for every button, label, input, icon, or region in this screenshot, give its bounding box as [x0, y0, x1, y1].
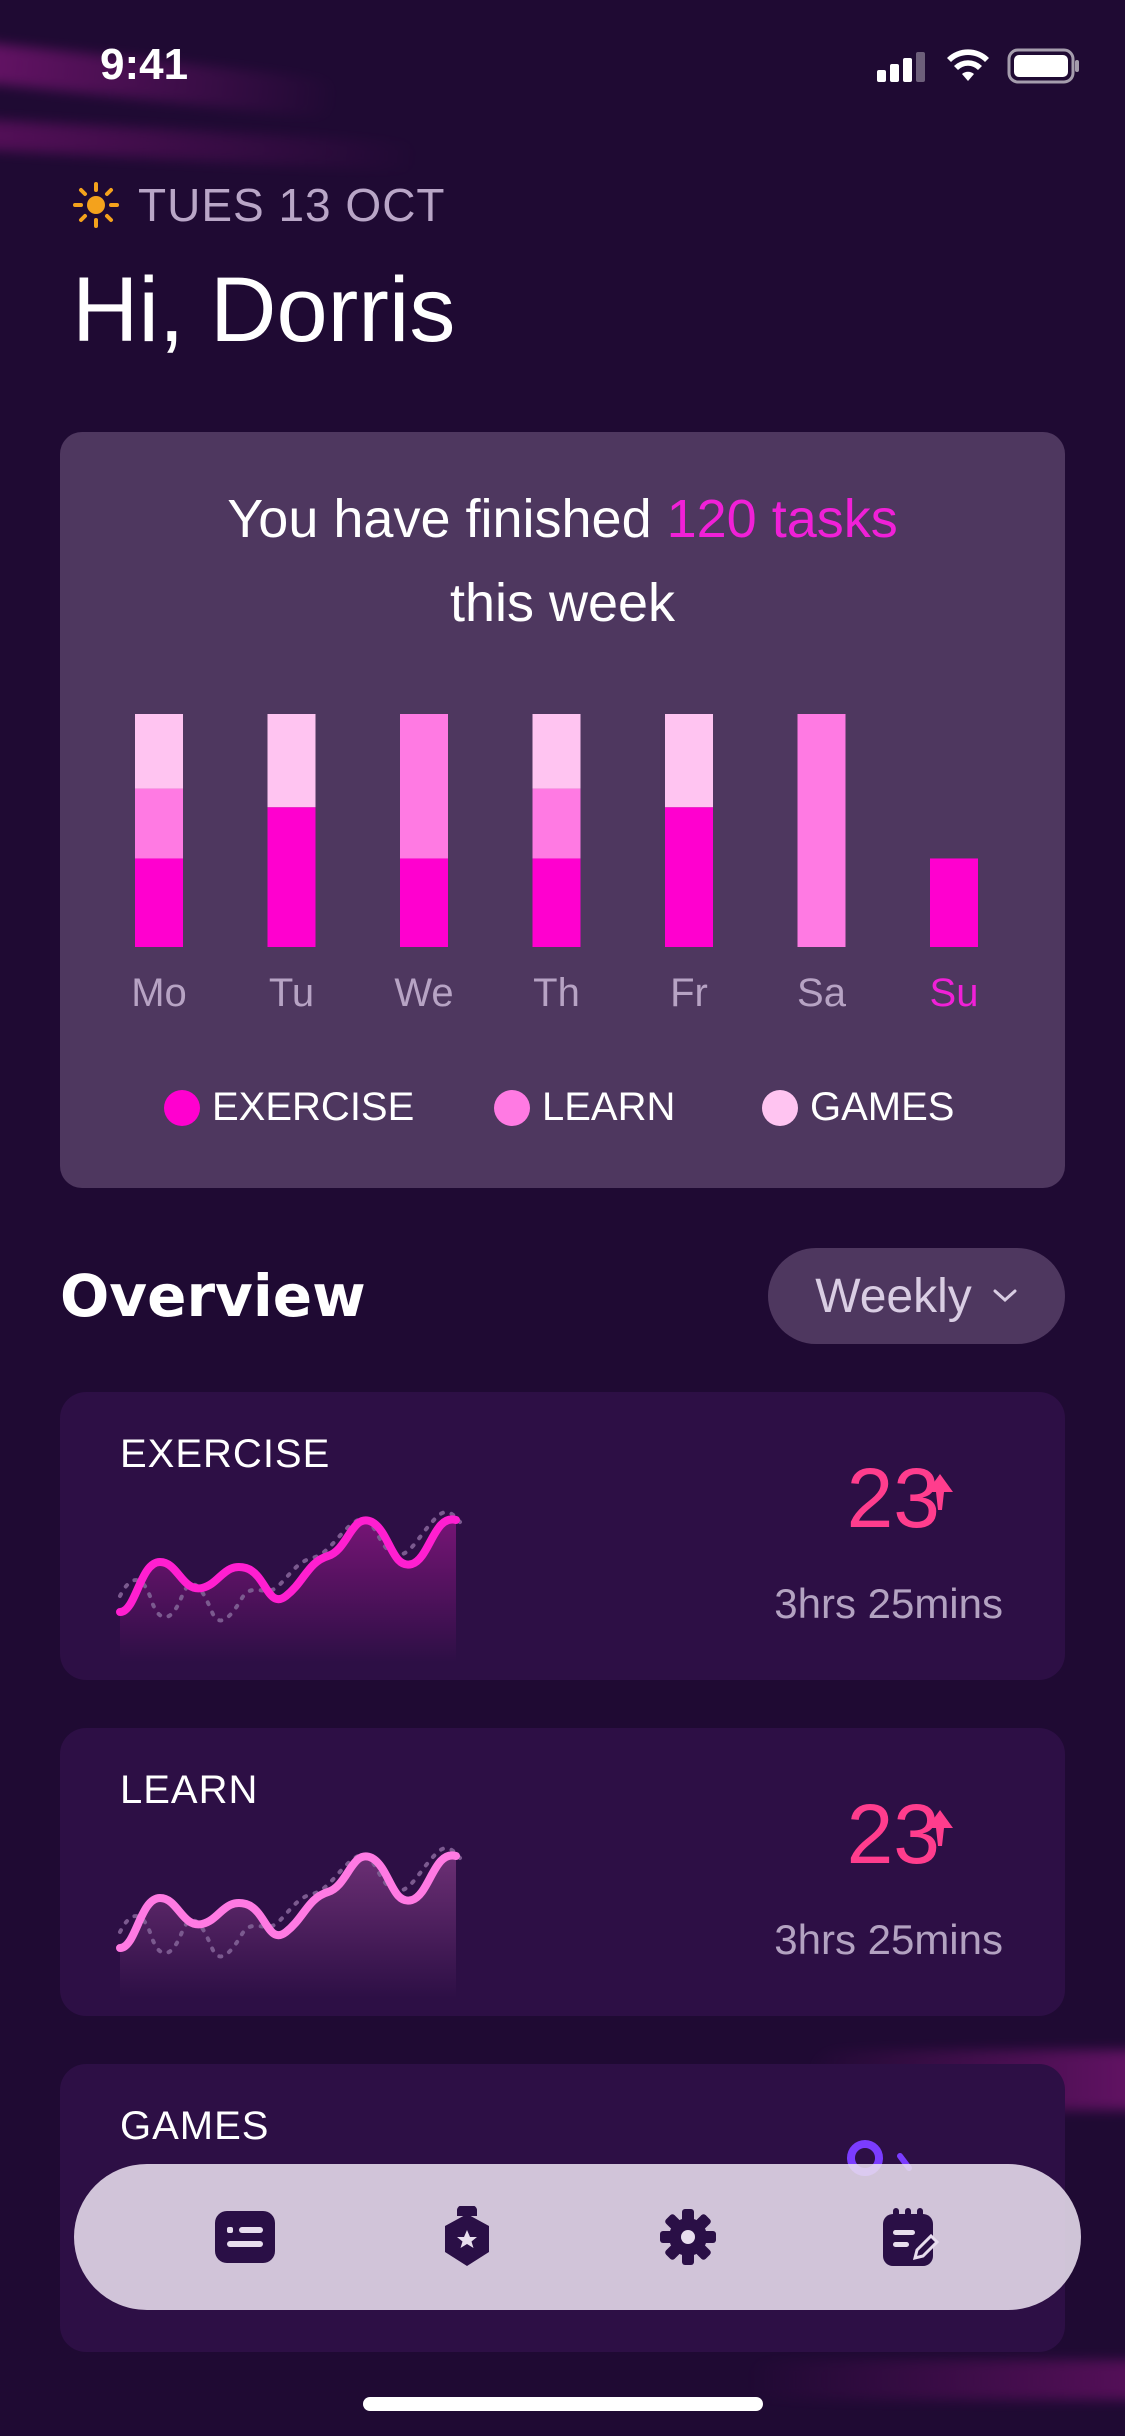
bar-segment-games-mo	[135, 714, 183, 789]
list-card-icon	[214, 2211, 275, 2263]
date-row: TUES 13 OCT	[72, 178, 446, 232]
shield-badge-icon	[444, 2206, 489, 2266]
card-label: EXERCISE	[120, 1432, 331, 1476]
tab-bar	[74, 2164, 1081, 2310]
tab-badge[interactable]	[432, 2202, 502, 2272]
card-label: LEARN	[120, 1768, 259, 1812]
bar-segment-games-fr	[665, 714, 713, 808]
bar-segment-exercise-fr	[665, 807, 713, 947]
bar-segment-learn-mo	[135, 788, 183, 859]
status-time: 9:41	[100, 40, 189, 89]
bar-segment-learn-th	[532, 788, 581, 859]
period-label: Weekly	[815, 1269, 972, 1323]
legend-label: EXERCISE	[212, 1085, 415, 1129]
legend-label: LEARN	[542, 1085, 676, 1129]
x-tick-label: Fr	[670, 971, 708, 1015]
legend-item-games: GAMES	[762, 1085, 954, 1130]
summary-subline: this week	[449, 573, 676, 633]
gear-icon	[660, 2209, 717, 2265]
bar-segment-exercise-su	[930, 858, 978, 947]
period-dropdown[interactable]: Weekly	[768, 1248, 1065, 1344]
bar-segment-exercise-th	[532, 858, 581, 947]
x-tick-label: Th	[533, 971, 580, 1015]
summary-headline: You have finished 120 tasks	[0, 488, 1125, 550]
bar-segment-learn-we	[400, 714, 448, 859]
bar-segment-learn-sa	[797, 714, 846, 947]
overview-title: Overview	[60, 1262, 366, 1330]
trend-up-icon	[927, 1810, 953, 1846]
tab-settings[interactable]	[653, 2202, 723, 2272]
legend-dot	[494, 1089, 530, 1126]
legend-dot	[762, 1089, 798, 1126]
sun-icon	[73, 182, 119, 228]
card-duration: 3hrs 25mins	[774, 1580, 1003, 1627]
x-tick-label: Su	[930, 971, 979, 1015]
overview-card-exercise[interactable]: EXERCISE 23 3hrs 25mins	[60, 1392, 1065, 1680]
background-streak	[0, 117, 421, 173]
status-icons	[877, 48, 1081, 84]
bar-segment-exercise-we	[400, 858, 448, 947]
bar-segment-games-tu	[267, 714, 316, 808]
x-tick-label: Tu	[269, 971, 314, 1015]
legend-label: GAMES	[810, 1085, 955, 1129]
exercise-sparkline	[116, 1510, 462, 1662]
trend-up-icon	[927, 1474, 953, 1510]
battery-icon	[1007, 48, 1079, 84]
background-streak	[745, 2360, 1125, 2400]
tab-notes[interactable]	[875, 2202, 945, 2272]
notes-edit-icon	[883, 2208, 940, 2266]
card-duration: 3hrs 25mins	[774, 1916, 1003, 1963]
weekly-tasks-chart: Mo Tu We Th Fr Sa Su	[131, 714, 979, 1015]
date-label: TUES 13 OCT	[138, 179, 446, 231]
greeting-title: Hi, Dorris	[72, 259, 456, 361]
legend-dot	[164, 1089, 200, 1126]
learn-sparkline	[116, 1846, 462, 1998]
bar-segment-exercise-mo	[135, 858, 183, 947]
x-tick-label: Mo	[131, 971, 187, 1015]
chevron-down-icon	[993, 1289, 1017, 1303]
tab-list[interactable]	[210, 2202, 280, 2272]
wifi-icon	[947, 49, 989, 81]
summary-prefix: You have finished	[227, 489, 667, 549]
card-label: GAMES	[120, 2104, 270, 2148]
legend-item-exercise: EXERCISE	[164, 1085, 414, 1130]
x-tick-label: We	[394, 971, 453, 1015]
overview-card-learn[interactable]: LEARN 23 3hrs 25mins	[60, 1728, 1065, 2016]
signal-icon	[877, 52, 925, 82]
bar-segment-games-th	[532, 714, 581, 789]
bar-segment-exercise-tu	[267, 807, 316, 947]
summary-task-count: 120 tasks	[666, 489, 898, 549]
x-tick-label: Sa	[797, 971, 847, 1015]
legend-item-learn: LEARN	[494, 1085, 675, 1130]
home-indicator[interactable]	[363, 2397, 763, 2411]
